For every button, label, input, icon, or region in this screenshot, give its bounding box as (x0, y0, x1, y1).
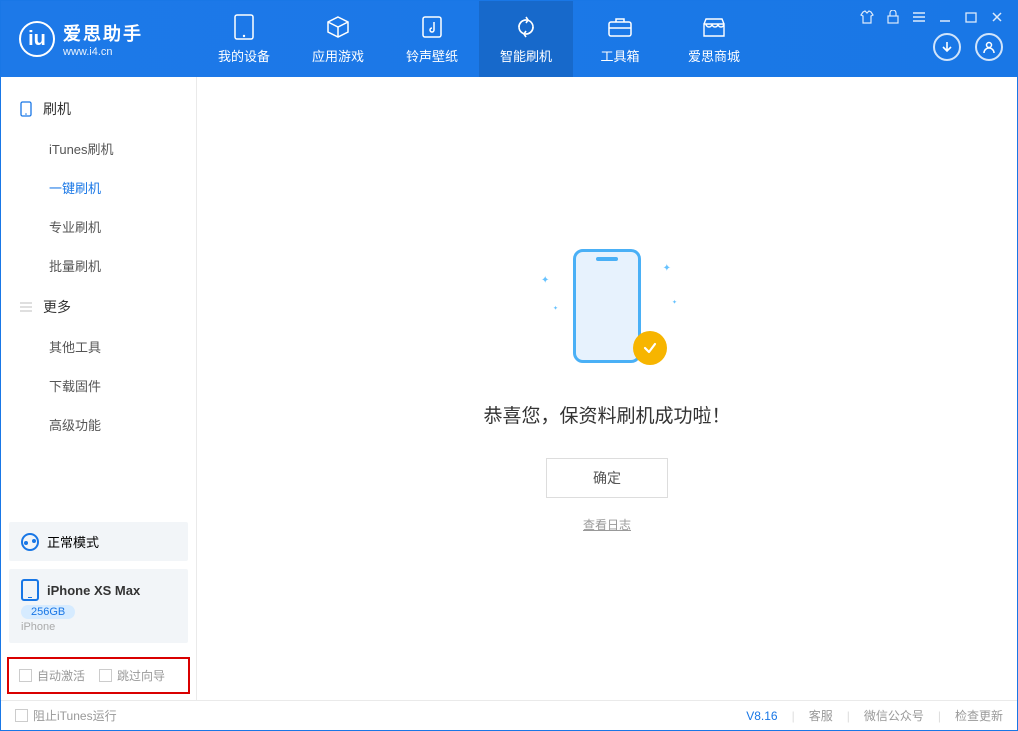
phone-icon (21, 579, 39, 601)
tab-flash[interactable]: 智能刷机 (479, 1, 573, 77)
tab-ringtones[interactable]: 铃声壁纸 (385, 1, 479, 77)
checkbox-block-itunes[interactable]: 阻止iTunes运行 (15, 707, 117, 724)
app-logo-icon: iu (19, 21, 55, 57)
phone-icon (19, 102, 33, 116)
tab-my-device[interactable]: 我的设备 (197, 1, 291, 77)
sidebar-item-pro-flash[interactable]: 专业刷机 (1, 207, 196, 246)
download-icon[interactable] (933, 33, 961, 61)
store-icon (701, 14, 727, 40)
tab-label: 铃声壁纸 (406, 46, 458, 65)
sparkle-icon: ✦ (663, 263, 671, 274)
device-icon (231, 14, 257, 40)
phone-shape-icon (573, 249, 641, 363)
version-label: V8.16 (746, 709, 777, 723)
checkbox-label: 跳过向导 (117, 667, 165, 684)
success-message: 恭喜您，保资料刷机成功啦！ (483, 401, 730, 428)
sparkle-icon: ✦ (672, 299, 677, 306)
ok-button[interactable]: 确定 (546, 458, 668, 498)
checkbox-label: 自动激活 (37, 667, 85, 684)
sidebar-item-batch-flash[interactable]: 批量刷机 (1, 246, 196, 285)
menu-icon[interactable] (911, 9, 927, 25)
link-wechat[interactable]: 微信公众号 (847, 707, 924, 724)
sidebar-item-other-tools[interactable]: 其他工具 (1, 327, 196, 366)
maximize-icon[interactable] (963, 9, 979, 25)
tab-apps-games[interactable]: 应用游戏 (291, 1, 385, 77)
status-bar: 阻止iTunes运行 V8.16 客服 微信公众号 检查更新 (1, 700, 1017, 730)
sparkle-icon: ✦ (553, 305, 558, 312)
checkbox-icon (99, 669, 112, 682)
tab-store[interactable]: 爱思商城 (667, 1, 761, 77)
checkbox-skip-guide[interactable]: 跳过向导 (99, 667, 165, 684)
device-type: iPhone (21, 621, 176, 633)
close-icon[interactable] (989, 9, 1005, 25)
cube-icon (325, 14, 351, 40)
sidebar-item-advanced[interactable]: 高级功能 (1, 405, 196, 444)
list-icon (19, 300, 33, 314)
mode-label: 正常模式 (47, 532, 99, 551)
tab-label: 智能刷机 (500, 46, 552, 65)
title-bar: iu 爱思助手 www.i4.cn 我的设备 应用游戏 铃声壁纸 智能刷机 工具… (1, 1, 1017, 77)
nav-tabs: 我的设备 应用游戏 铃声壁纸 智能刷机 工具箱 爱思商城 (197, 1, 761, 77)
tab-label: 应用游戏 (312, 46, 364, 65)
sparkle-icon: ✦ (541, 275, 549, 286)
minimize-icon[interactable] (937, 9, 953, 25)
options-highlight-box: 自动激活 跳过向导 (7, 657, 190, 694)
device-card[interactable]: iPhone XS Max 256GB iPhone (9, 569, 188, 643)
tab-label: 工具箱 (600, 46, 639, 65)
sidebar-group-more[interactable]: 更多 (1, 285, 196, 327)
link-check-update[interactable]: 检查更新 (938, 707, 1003, 724)
tab-label: 我的设备 (218, 46, 270, 65)
toolbox-icon (607, 14, 633, 40)
checkbox-icon (19, 669, 32, 682)
sidebar: 刷机 iTunes刷机 一键刷机 专业刷机 批量刷机 更多 其他工具 下载固件 … (1, 77, 197, 700)
sidebar-item-itunes-flash[interactable]: iTunes刷机 (1, 129, 196, 168)
storage-badge: 256GB (21, 605, 75, 619)
app-subtitle: www.i4.cn (63, 46, 143, 58)
sidebar-item-oneclick-flash[interactable]: 一键刷机 (1, 168, 196, 207)
tab-label: 爱思商城 (688, 46, 740, 65)
sidebar-item-download-fw[interactable]: 下载固件 (1, 366, 196, 405)
device-name: iPhone XS Max (47, 583, 140, 598)
sidebar-group-flash[interactable]: 刷机 (1, 87, 196, 129)
check-badge-icon (633, 331, 667, 365)
music-icon (419, 14, 445, 40)
checkbox-auto-activate[interactable]: 自动激活 (19, 667, 85, 684)
checkbox-icon (15, 709, 28, 722)
shirt-icon[interactable] (859, 9, 875, 25)
checkbox-label: 阻止iTunes运行 (33, 707, 117, 724)
group-title: 更多 (43, 297, 71, 317)
main-content: ✦ ✦ ✦ ✦ 恭喜您，保资料刷机成功啦！ 确定 查看日志 (197, 77, 1017, 700)
group-title: 刷机 (43, 99, 71, 119)
logo-area: iu 爱思助手 www.i4.cn (1, 20, 197, 58)
success-illustration: ✦ ✦ ✦ ✦ (537, 245, 677, 375)
refresh-icon (513, 14, 539, 40)
mode-icon (21, 533, 39, 551)
window-controls (859, 1, 1017, 25)
tab-toolbox[interactable]: 工具箱 (573, 1, 667, 77)
lock-icon[interactable] (885, 9, 901, 25)
view-log-link[interactable]: 查看日志 (583, 516, 631, 533)
mode-card[interactable]: 正常模式 (9, 522, 188, 561)
app-title: 爱思助手 (63, 20, 143, 46)
link-support[interactable]: 客服 (792, 707, 833, 724)
user-icon[interactable] (975, 33, 1003, 61)
